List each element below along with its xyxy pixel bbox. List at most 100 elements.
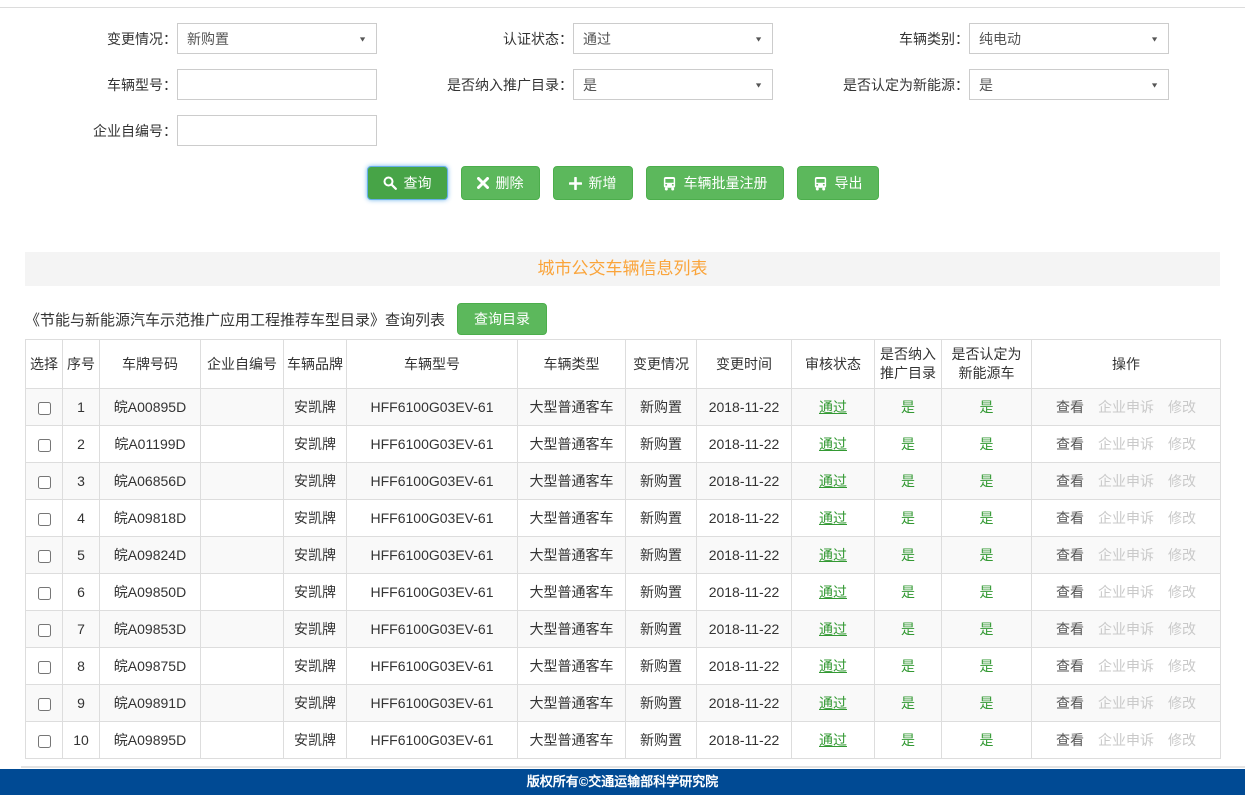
view-link[interactable]: 查看 xyxy=(1056,582,1084,602)
close-icon xyxy=(477,177,489,189)
audit-status-link[interactable]: 通过 xyxy=(819,695,847,711)
query-catalog-button[interactable]: 查询目录 xyxy=(457,303,547,335)
chevron-down-icon: ▼ xyxy=(1150,81,1159,89)
add-button[interactable]: 新增 xyxy=(553,166,633,200)
view-link[interactable]: 查看 xyxy=(1056,471,1084,491)
col-change-date: 变更时间 xyxy=(697,340,792,389)
table-row: 1皖A00895D安凯牌HFF6100G03EV-61大型普通客车新购置2018… xyxy=(26,389,1221,426)
col-brand: 车辆品牌 xyxy=(284,340,347,389)
cell-select xyxy=(26,426,63,463)
table-row: 3皖A06856D安凯牌HFF6100G03EV-61大型普通客车新购置2018… xyxy=(26,463,1221,500)
col-plate: 车牌号码 xyxy=(100,340,201,389)
table-row: 6皖A09850D安凯牌HFF6100G03EV-61大型普通客车新购置2018… xyxy=(26,574,1221,611)
row-checkbox[interactable] xyxy=(38,661,51,674)
cell-model: HFF6100G03EV-61 xyxy=(347,537,518,574)
batch-register-button[interactable]: 车辆批量注册 xyxy=(646,166,784,200)
view-link[interactable]: 查看 xyxy=(1056,619,1084,639)
col-select: 选择 xyxy=(26,340,63,389)
field-company-no: 企业自编号： xyxy=(25,114,377,147)
cell-brand: 安凯牌 xyxy=(284,648,347,685)
audit-status-link[interactable]: 通过 xyxy=(819,658,847,674)
chevron-down-icon: ▼ xyxy=(1150,35,1159,43)
change-status-label: 变更情况： xyxy=(107,29,177,49)
cell-seq: 8 xyxy=(63,648,100,685)
cell-brand: 安凯牌 xyxy=(284,500,347,537)
query-button[interactable]: 查询 xyxy=(367,166,448,200)
view-link[interactable]: 查看 xyxy=(1056,397,1084,417)
row-checkbox[interactable] xyxy=(38,735,51,748)
table-row: 9皖A09891D安凯牌HFF6100G03EV-61大型普通客车新购置2018… xyxy=(26,685,1221,722)
row-checkbox[interactable] xyxy=(38,624,51,637)
chevron-down-icon: ▼ xyxy=(754,35,763,43)
row-checkbox[interactable] xyxy=(38,550,51,563)
cell-status: 通过 xyxy=(792,611,875,648)
view-link[interactable]: 查看 xyxy=(1056,693,1084,713)
cell-actions: 查看企业申诉修改 xyxy=(1032,389,1221,426)
audit-status-link[interactable]: 通过 xyxy=(819,399,847,415)
cell-company-no xyxy=(201,722,284,759)
cell-date: 2018-11-22 xyxy=(697,574,792,611)
audit-status-link[interactable]: 通过 xyxy=(819,732,847,748)
cell-actions: 查看企业申诉修改 xyxy=(1032,463,1221,500)
cell-new-energy: 是 xyxy=(942,574,1032,611)
cell-status: 通过 xyxy=(792,389,875,426)
audit-status-link[interactable]: 通过 xyxy=(819,510,847,526)
company-no-input[interactable] xyxy=(177,115,377,146)
export-button[interactable]: 导出 xyxy=(797,166,879,200)
vehicle-category-select[interactable]: 纯电动 ▼ xyxy=(969,23,1169,54)
audit-status-link[interactable]: 通过 xyxy=(819,584,847,600)
row-checkbox[interactable] xyxy=(38,698,51,711)
cell-seq: 5 xyxy=(63,537,100,574)
cell-plate: 皖A06856D xyxy=(100,463,201,500)
cert-status-select[interactable]: 通过 ▼ xyxy=(573,23,773,54)
cell-model: HFF6100G03EV-61 xyxy=(347,685,518,722)
appeal-link: 企业申诉 xyxy=(1098,434,1154,454)
view-link[interactable]: 查看 xyxy=(1056,434,1084,454)
col-company-no: 企业自编号 xyxy=(201,340,284,389)
cell-vehicle-type: 大型普通客车 xyxy=(518,537,626,574)
cell-actions: 查看企业申诉修改 xyxy=(1032,648,1221,685)
view-link[interactable]: 查看 xyxy=(1056,730,1084,750)
modify-link: 修改 xyxy=(1168,693,1196,713)
vehicle-category-label: 车辆类别： xyxy=(899,29,969,49)
row-checkbox[interactable] xyxy=(38,513,51,526)
view-link[interactable]: 查看 xyxy=(1056,656,1084,676)
cell-status: 通过 xyxy=(792,426,875,463)
cell-seq: 6 xyxy=(63,574,100,611)
cell-seq: 4 xyxy=(63,500,100,537)
audit-status-link[interactable]: 通过 xyxy=(819,547,847,563)
field-new-energy: 是否认定为新能源： 是 ▼ xyxy=(773,68,1169,101)
delete-button[interactable]: 删除 xyxy=(461,166,540,200)
cell-select xyxy=(26,685,63,722)
cell-vehicle-type: 大型普通客车 xyxy=(518,500,626,537)
vehicle-model-input[interactable] xyxy=(177,69,377,100)
cell-status: 通过 xyxy=(792,537,875,574)
modify-link: 修改 xyxy=(1168,545,1196,565)
cell-in-catalog: 是 xyxy=(875,389,942,426)
cell-new-energy: 是 xyxy=(942,611,1032,648)
cell-plate: 皖A09875D xyxy=(100,648,201,685)
cell-company-no xyxy=(201,611,284,648)
cell-select xyxy=(26,574,63,611)
plus-icon xyxy=(569,177,582,190)
change-status-select[interactable]: 新购置 ▼ xyxy=(177,23,377,54)
modify-link: 修改 xyxy=(1168,508,1196,528)
cell-company-no xyxy=(201,685,284,722)
new-energy-select[interactable]: 是 ▼ xyxy=(969,69,1169,100)
view-link[interactable]: 查看 xyxy=(1056,508,1084,528)
table-row: 5皖A09824D安凯牌HFF6100G03EV-61大型普通客车新购置2018… xyxy=(26,537,1221,574)
row-checkbox[interactable] xyxy=(38,476,51,489)
audit-status-link[interactable]: 通过 xyxy=(819,621,847,637)
row-checkbox[interactable] xyxy=(38,587,51,600)
audit-status-link[interactable]: 通过 xyxy=(819,436,847,452)
cell-brand: 安凯牌 xyxy=(284,426,347,463)
in-catalog-select[interactable]: 是 ▼ xyxy=(573,69,773,100)
bus-icon xyxy=(662,176,677,191)
audit-status-link[interactable]: 通过 xyxy=(819,473,847,489)
view-link[interactable]: 查看 xyxy=(1056,545,1084,565)
section-title-band: 城市公交车辆信息列表 xyxy=(25,252,1220,286)
row-checkbox[interactable] xyxy=(38,402,51,415)
company-no-label: 企业自编号： xyxy=(93,121,177,141)
cell-date: 2018-11-22 xyxy=(697,500,792,537)
row-checkbox[interactable] xyxy=(38,439,51,452)
